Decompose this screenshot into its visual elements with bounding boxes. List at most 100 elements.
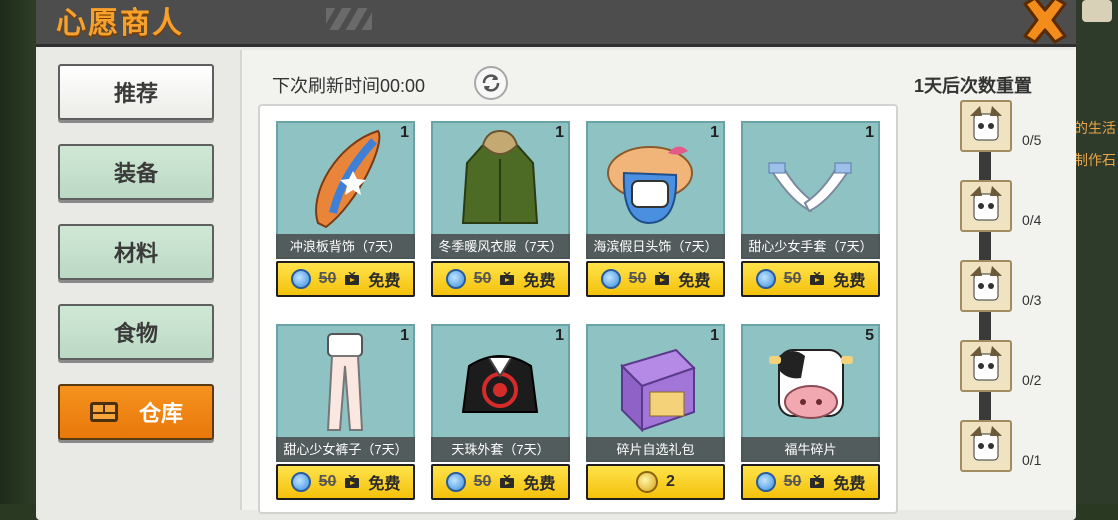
buy-button[interactable]: 50 免费	[276, 464, 415, 500]
item-card[interactable]: 1 海滨假日头饰（7天） 50 免费	[586, 121, 725, 297]
item-card[interactable]: 1 冬季暖风衣服（7天） 50 免费	[431, 121, 570, 297]
item-card[interactable]: 1 甜心少女裤子（7天） 50 免费	[276, 324, 415, 500]
free-label: 免费	[678, 273, 711, 290]
buy-button[interactable]: 2	[586, 464, 725, 500]
item-price: 50	[783, 473, 802, 490]
reward-count: 0/4	[1022, 212, 1042, 228]
free-label: 免费	[368, 476, 401, 493]
tab-label: 推荐	[113, 81, 158, 106]
coin-icon	[755, 472, 776, 492]
item-name: 天珠外套（7天）	[431, 437, 570, 462]
tab-recommend[interactable]: 推荐	[58, 64, 214, 120]
coin-icon	[290, 472, 311, 492]
coin-icon	[600, 269, 621, 289]
coin-icon	[445, 472, 466, 492]
refresh-icon	[482, 74, 500, 92]
item-price: 50	[783, 270, 802, 287]
reward-count: 0/5	[1022, 132, 1042, 148]
pants-icon	[326, 333, 364, 431]
reward-chest[interactable]	[960, 260, 1012, 312]
item-name: 海滨假日头饰（7天）	[586, 234, 725, 259]
item-quantity: 5	[865, 327, 874, 344]
gift-box-icon	[620, 348, 696, 433]
item-quantity: 1	[710, 327, 719, 344]
video-ad-icon	[345, 475, 360, 488]
video-ad-icon	[345, 272, 360, 285]
item-quantity: 1	[400, 124, 409, 141]
title-decoration	[326, 8, 372, 30]
item-price: 50	[628, 270, 647, 287]
tab-warehouse[interactable]: 仓库	[58, 384, 214, 440]
free-label: 免费	[833, 476, 866, 493]
video-ad-icon	[810, 272, 825, 285]
gold-coin-icon	[636, 471, 659, 493]
coin-icon	[755, 269, 776, 289]
item-price: 50	[473, 473, 492, 490]
tab-label: 材料	[113, 241, 158, 266]
player-avatar[interactable]	[1082, 0, 1112, 22]
item-card[interactable]: 1 碎片自选礼包 2	[586, 324, 725, 500]
item-quantity: 1	[710, 124, 719, 141]
item-name: 甜心少女裤子（7天）	[276, 437, 415, 462]
item-quantity: 1	[555, 327, 564, 344]
tab-food[interactable]: 食物	[58, 304, 214, 360]
reward-chest[interactable]	[960, 100, 1012, 152]
coat-icon	[461, 129, 539, 224]
item-card[interactable]: 1 冲浪板背饰（7天） 50 免费	[276, 121, 415, 297]
buy-button[interactable]: 50 免费	[431, 261, 570, 297]
reward-chest[interactable]	[960, 420, 1012, 472]
video-ad-icon	[500, 272, 515, 285]
reward-character-icon	[970, 346, 1002, 381]
hud-text: 制作石	[1074, 152, 1116, 168]
page-title: 心愿商人	[56, 7, 184, 40]
video-ad-icon	[810, 475, 825, 488]
reward-character-icon	[970, 266, 1002, 301]
item-quantity: 1	[400, 327, 409, 344]
close-icon	[1023, 0, 1067, 44]
item-name: 碎片自选礼包	[586, 437, 725, 462]
video-ad-icon	[500, 475, 515, 488]
item-price: 50	[318, 270, 337, 287]
surfboard-icon	[315, 129, 381, 229]
item-card[interactable]: 1 甜心少女手套（7天） 50 免费	[741, 121, 880, 297]
reward-count: 0/3	[1022, 292, 1042, 308]
item-price: 50	[473, 270, 492, 287]
title-bar	[36, 0, 1076, 47]
item-price: 2	[666, 473, 675, 490]
close-button[interactable]	[1016, 0, 1074, 46]
reward-character-icon	[970, 426, 1002, 461]
item-quantity: 1	[555, 124, 564, 141]
item-name: 甜心少女手套（7天）	[741, 234, 880, 259]
reward-character-icon	[970, 186, 1002, 221]
tab-equipment[interactable]: 装备	[58, 144, 214, 200]
reward-count: 0/1	[1022, 452, 1042, 468]
item-price: 50	[318, 473, 337, 490]
reward-chest[interactable]	[960, 180, 1012, 232]
buy-button[interactable]: 50 免费	[741, 464, 880, 500]
buy-button[interactable]: 50 免费	[586, 261, 725, 297]
background-hud: 的生活 制作石	[1074, 0, 1118, 504]
refresh-timer: 下次刷新时间00:00	[272, 76, 426, 96]
reset-timer: 1天后次数重置	[914, 76, 1033, 96]
item-card[interactable]: 5 福牛碎片 50 免费	[741, 324, 880, 500]
cow-icon	[769, 349, 853, 419]
coin-icon	[445, 269, 466, 289]
hud-text: 的生活	[1074, 120, 1116, 136]
refresh-button[interactable]	[474, 66, 508, 100]
buy-button[interactable]: 50 免费	[276, 261, 415, 297]
reward-chest[interactable]	[960, 340, 1012, 392]
tab-label: 仓库	[138, 401, 183, 426]
coin-icon	[290, 269, 311, 289]
tab-materials[interactable]: 材料	[58, 224, 214, 280]
buy-button[interactable]: 50 免费	[431, 464, 570, 500]
item-name: 冬季暖风衣服（7天）	[431, 234, 570, 259]
video-ad-icon	[655, 272, 670, 285]
free-label: 免费	[368, 273, 401, 290]
item-card[interactable]: 1 天珠外套（7天） 50 免费	[431, 324, 570, 500]
warehouse-box-icon	[89, 402, 118, 422]
tab-label: 装备	[113, 161, 158, 186]
buy-button[interactable]: 50 免费	[741, 261, 880, 297]
reward-count: 0/2	[1022, 372, 1042, 388]
jacket-icon	[461, 355, 539, 413]
tab-label: 食物	[113, 321, 158, 346]
